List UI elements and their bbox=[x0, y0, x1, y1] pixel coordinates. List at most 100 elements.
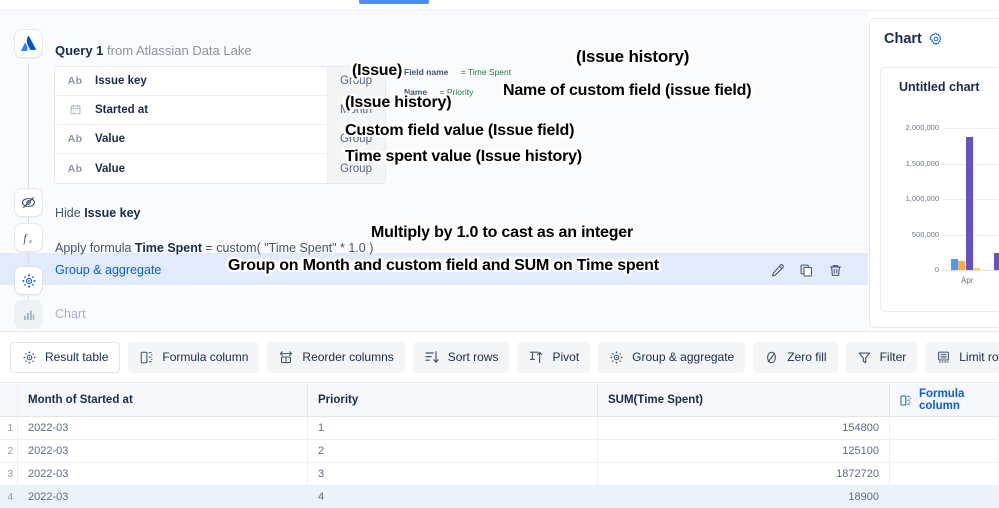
filter-field-label: Field name bbox=[404, 67, 449, 77]
field-name-label: Started at bbox=[95, 104, 149, 116]
table-row[interactable]: 4 2022-03 4 18900 bbox=[0, 486, 999, 508]
cell-priority[interactable]: 4 bbox=[308, 486, 598, 508]
chart-container: Untitled chart 2,000,000 1,500,000 1,000… bbox=[880, 67, 999, 312]
step-label-formula[interactable]: Apply formula Time Spent = custom( "Time… bbox=[55, 241, 373, 255]
step-bold: Time Spent bbox=[134, 241, 203, 255]
column-header-sum-time-spent[interactable]: SUM(Time Spent) bbox=[598, 384, 890, 416]
cell-priority[interactable]: 1 bbox=[308, 417, 598, 439]
field-row[interactable]: Ab Value Group bbox=[55, 124, 385, 154]
toolbar-button-label: Zero fill bbox=[787, 350, 827, 364]
cell-sum-time-spent[interactable]: 18900 bbox=[598, 486, 890, 508]
chart-panel-header: Chart bbox=[884, 31, 943, 47]
annotation-issue-history-1: (Issue history) bbox=[576, 47, 690, 66]
copy-icon[interactable] bbox=[799, 263, 814, 278]
query-header: Query 1 from Atlassian Data Lake bbox=[55, 43, 252, 58]
pencil-icon[interactable] bbox=[770, 263, 785, 278]
bar-series-3[interactable] bbox=[966, 137, 973, 270]
text-type-icon: Ab bbox=[67, 75, 83, 87]
toolbar-button-result-table[interactable]: Result table bbox=[10, 341, 121, 373]
bar-series-4[interactable] bbox=[973, 268, 980, 270]
cell-month[interactable]: 2022-03 bbox=[18, 417, 308, 439]
field-row[interactable]: Ab Value Group bbox=[55, 154, 385, 183]
toolbar-button-label: Formula column bbox=[162, 350, 249, 364]
chart-title: Untitled chart bbox=[899, 80, 980, 94]
toolbar-button-label: Result table bbox=[45, 350, 109, 364]
cell-month[interactable]: 2022-03 bbox=[18, 440, 308, 462]
toolbar-button-label: Reorder columns bbox=[302, 350, 394, 364]
cell-month[interactable]: 2022-03 bbox=[18, 486, 308, 508]
toolbar-button-group-aggregate[interactable]: Group & aggregate bbox=[598, 341, 746, 373]
add-formula-column-button[interactable]: Formula column bbox=[890, 384, 999, 416]
column-header-priority[interactable]: Priority bbox=[308, 384, 598, 416]
limit-icon bbox=[936, 350, 951, 365]
filter-condition[interactable]: Field name = Time Spent bbox=[404, 67, 511, 77]
cell-empty[interactable] bbox=[890, 486, 999, 508]
toolbar-button-zero-fill[interactable]: Zero fill bbox=[753, 341, 838, 373]
table-header-row: Month of Started at Priority SUM(Time Sp… bbox=[0, 384, 999, 417]
chart-plot-area: 2,000,000 1,500,000 1,000,000 500,000 0 … bbox=[881, 110, 999, 295]
cell-sum-time-spent[interactable]: 125100 bbox=[598, 440, 890, 462]
filter-operator: = bbox=[460, 67, 466, 77]
step-label-chart[interactable]: Chart bbox=[55, 307, 86, 321]
cell-empty[interactable] bbox=[890, 417, 999, 439]
column-header-month[interactable]: Month of Started at bbox=[18, 384, 308, 416]
screen-root: Query 1 from Atlassian Data Lake Ab Issu… bbox=[0, 0, 999, 508]
x-tick-label: Apr bbox=[961, 276, 974, 285]
table-row[interactable]: 3 2022-03 3 1872720 bbox=[0, 463, 999, 486]
toolbar-button-sort-rows[interactable]: Sort rows bbox=[412, 341, 510, 373]
y-tick-label: 2,000,000 bbox=[905, 123, 939, 132]
query-source-name: Atlassian Data Lake bbox=[135, 43, 252, 58]
toolbar-button-limit-rows[interactable]: Limit rows bbox=[925, 341, 999, 373]
field-name-label: Issue key bbox=[95, 75, 147, 87]
toolbar-button-reorder-columns[interactable]: Reorder columns bbox=[267, 341, 405, 373]
toolbar-button-filter[interactable]: Filter bbox=[845, 341, 918, 373]
toolbar-button-pivot[interactable]: Pivot bbox=[517, 341, 591, 373]
cell-priority[interactable]: 3 bbox=[308, 463, 598, 485]
pivot-icon bbox=[528, 349, 544, 365]
annotation-group-sum: Group on Month and custom field and SUM … bbox=[228, 257, 659, 274]
transform-toolbar: Result table Formula column Reorder colu… bbox=[0, 331, 999, 383]
funnel-icon bbox=[857, 350, 872, 365]
cell-priority[interactable]: 2 bbox=[308, 440, 598, 462]
field-row[interactable]: Started at Month bbox=[55, 95, 385, 125]
field-row[interactable]: Ab Issue key Group bbox=[55, 67, 385, 96]
annotation-custom-field-value: Custom field value (Issue field) bbox=[345, 122, 575, 139]
step-label-group-aggregate[interactable]: Group & aggregate bbox=[55, 263, 161, 277]
step-actions bbox=[770, 263, 843, 278]
row-number-header bbox=[0, 384, 18, 416]
active-tab-indicator[interactable] bbox=[359, 0, 429, 4]
hide-icon[interactable] bbox=[14, 188, 43, 217]
row-number: 3 bbox=[0, 463, 18, 485]
row-number: 4 bbox=[0, 486, 18, 508]
y-tick-label: 1,500,000 bbox=[905, 159, 939, 168]
gear-icon[interactable] bbox=[929, 32, 943, 46]
cell-empty[interactable] bbox=[890, 440, 999, 462]
query-fields-card: Ab Issue key Group Started at Month Ab V… bbox=[54, 66, 386, 184]
pipeline-panel: Query 1 from Atlassian Data Lake Ab Issu… bbox=[0, 11, 868, 331]
trash-icon[interactable] bbox=[828, 263, 843, 278]
formula-col-icon bbox=[139, 350, 154, 365]
y-tick-label: 1,000,000 bbox=[905, 194, 939, 203]
cell-sum-time-spent[interactable]: 154800 bbox=[598, 417, 890, 439]
table-row[interactable]: 2 2022-03 2 125100 bbox=[0, 440, 999, 463]
formula-icon[interactable]: f x bbox=[14, 223, 43, 252]
toolbar-button-label: Group & aggregate bbox=[632, 350, 735, 364]
bar-series-1[interactable] bbox=[951, 259, 958, 270]
formula-col-icon bbox=[899, 394, 912, 407]
cell-sum-time-spent[interactable]: 1872720 bbox=[598, 463, 890, 485]
group-aggregate-icon[interactable] bbox=[14, 266, 43, 295]
cell-empty[interactable] bbox=[890, 463, 999, 485]
step-prefix: Hide bbox=[55, 206, 85, 220]
step-bold: Issue key bbox=[84, 206, 141, 220]
bar-series-3-b[interactable] bbox=[994, 253, 999, 270]
toolbar-button-formula-column[interactable]: Formula column bbox=[128, 341, 260, 373]
bar-series-2[interactable] bbox=[958, 261, 965, 270]
chart-step-icon[interactable] bbox=[14, 300, 43, 329]
cell-month[interactable]: 2022-03 bbox=[18, 463, 308, 485]
step-label-hide[interactable]: Hide Issue key bbox=[55, 206, 140, 220]
svg-text:x: x bbox=[28, 237, 32, 244]
annotation-issue-history-2: (Issue history) bbox=[345, 94, 452, 111]
x-axis-line bbox=[943, 270, 999, 271]
table-row[interactable]: 1 2022-03 1 154800 bbox=[0, 417, 999, 440]
step-prefix: Apply formula bbox=[55, 241, 135, 255]
